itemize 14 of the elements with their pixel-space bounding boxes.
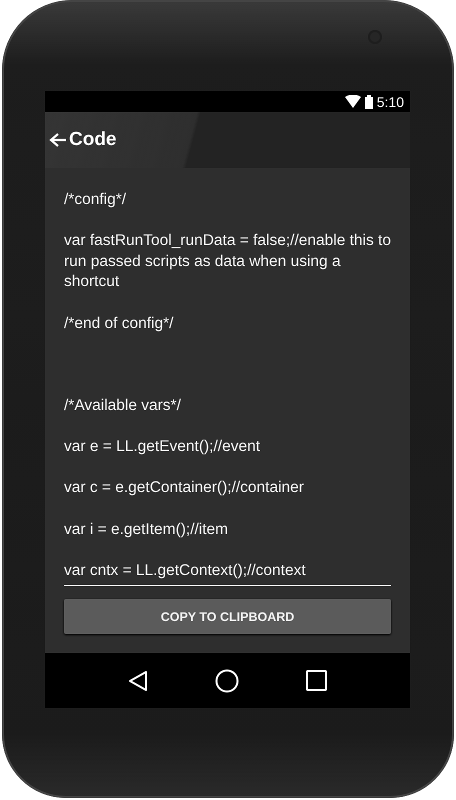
square-icon <box>306 670 327 691</box>
back-button[interactable] <box>49 132 67 148</box>
code-text-field[interactable]: /*config*/ var fastRunTool_runData = false;//enable this to run passed scripts as data when using a shortcut /*end of config*/ /*Available vars*/ var e = LL.getEvent();//event var c = e.getContainer();//container var i = e.getItem();//item var cntx = LL.getContext();//context <box>64 190 391 586</box>
wifi-icon <box>344 95 361 108</box>
clock-time: 5:10 <box>376 94 404 110</box>
circle-icon <box>214 668 239 692</box>
recents-nav-button[interactable] <box>306 670 327 691</box>
copy-button[interactable]: COPY TO CLIPBOARD <box>64 599 391 634</box>
back-nav-button[interactable] <box>128 670 148 692</box>
back-arrow-icon <box>49 132 67 148</box>
triangle-icon <box>128 670 148 692</box>
battery-icon <box>364 94 373 108</box>
screen-title: Code <box>69 129 116 151</box>
home-nav-button[interactable] <box>214 668 239 692</box>
